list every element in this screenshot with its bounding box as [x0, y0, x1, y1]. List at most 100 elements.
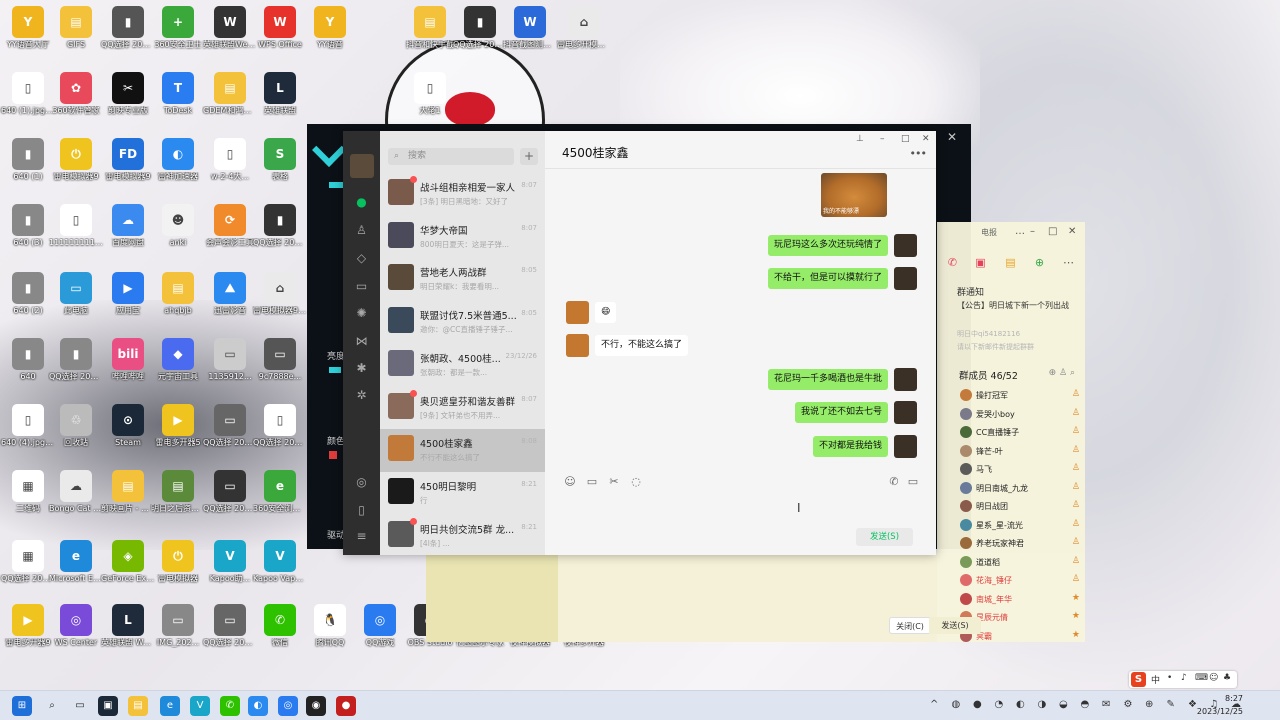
message-avatar[interactable] [894, 435, 917, 458]
chat-list-item[interactable]: 华梦大帝国 8:07 800明日夏天：这是子弹... [380, 216, 545, 259]
qq-menu-button[interactable]: … [1015, 226, 1025, 237]
group-notice-text[interactable]: 【公告】明日城下新一个列出战 [957, 300, 1077, 311]
app-icon[interactable]: ◉ [306, 696, 326, 716]
chat-list-item[interactable]: 450明日黎明 8:21 行 [380, 472, 545, 515]
tray-icon[interactable]: ^ [930, 699, 938, 710]
desktop-icon[interactable]: Y YY语音 [302, 6, 358, 50]
group-member[interactable]: 明日南城_九龙 ♙ [960, 480, 1080, 498]
tray-icon[interactable]: ✉ [1102, 699, 1110, 710]
chat-more-button[interactable]: ••• [910, 147, 927, 160]
desktop-icon[interactable]: FD 雷电模拟器9 [100, 138, 156, 182]
menu-icon[interactable]: ≡ [354, 529, 369, 544]
group-member[interactable]: 明日战团 ♙ [960, 498, 1080, 516]
task-view-icon[interactable]: ▭ [70, 696, 90, 716]
mini-program-icon[interactable]: ✲ [354, 388, 369, 403]
desktop-icon[interactable]: ▯ QQ选择 2023112... [252, 404, 308, 448]
desktop-icon[interactable]: ▭ IMG_202... [150, 604, 206, 648]
pin-button[interactable]: ⊥ [856, 134, 864, 144]
desktop-icon[interactable]: ▤ 抖音和快手截 [402, 6, 458, 50]
message-avatar[interactable] [894, 234, 917, 257]
screenshot-icon[interactable]: ✂ [607, 475, 621, 488]
clock-date[interactable]: 2023/12/25 [1197, 707, 1243, 716]
wechat-window[interactable]: ● ♙ ◇ ▭ ✺ ⋈ ✱ ✲ ◎ ▯ ≡ ⌕ 搜索 + 战斗组相亲相爱一家人 8… [343, 131, 936, 555]
launcher-slider[interactable] [329, 367, 341, 373]
group-member[interactable]: 道道稻 ♙ [960, 554, 1080, 572]
desktop-icon[interactable]: L 英雄联盟 WeGame版 [100, 604, 156, 648]
tray-icon[interactable]: ❖ [1188, 699, 1197, 710]
desktop-icon[interactable]: ▤ GIFS [48, 6, 104, 50]
tray-icon[interactable]: ◓ [1081, 699, 1090, 710]
more-icon[interactable]: ⋯ [1061, 255, 1076, 270]
sogou-icon[interactable]: S [1131, 672, 1146, 687]
send-button[interactable]: 发送(S) [856, 528, 913, 546]
desktop-icon[interactable]: ▶ 雷电多开器5 [150, 404, 206, 448]
desktop-icon[interactable]: ⏻ 雷电模拟器 [150, 540, 206, 584]
desktop-icon[interactable]: ▭ QQ选择 2023112... [202, 470, 258, 514]
group-member[interactable]: 操打冠军 ♙ [960, 387, 1080, 405]
desktop-icon[interactable]: W WPS Office [252, 6, 308, 50]
chat-list-item[interactable]: 明日共创交流5群 龙... 8:21 [4l条] ... [380, 515, 545, 558]
desktop-icon[interactable]: ◎ WS Center [48, 604, 104, 648]
desktop-icon[interactable]: ▤ ahqbjb [150, 272, 206, 316]
desktop-icon[interactable]: bili 哔哩哔哩 [100, 338, 156, 382]
ime-skin-icon[interactable]: ♣ [1223, 673, 1231, 683]
app-icon[interactable]: ● [336, 696, 356, 716]
desktop-icon[interactable]: ♲ 回收站 [48, 404, 104, 448]
desktop-icon[interactable]: ◈ GeForce Experience [100, 540, 156, 584]
send-button[interactable]: 发送(S) [929, 617, 981, 634]
desktop-icon[interactable]: ▭ 此电脑 [48, 272, 104, 316]
channels-icon[interactable]: ⋈ [354, 334, 369, 349]
desktop-icon[interactable]: L 英雄联盟 [252, 72, 308, 116]
tray-icon[interactable]: ● [973, 699, 982, 710]
explorer-icon[interactable]: ▤ [128, 696, 148, 716]
close-button[interactable]: ✕ [922, 134, 930, 144]
thunder-icon[interactable]: ◐ [248, 696, 268, 716]
desktop-icon[interactable]: ▯ 1111111111... [48, 204, 104, 248]
desktop-icon[interactable]: ⌂ 雷电多开模拟器 - 快捷方式 [556, 6, 612, 50]
chat-list-item[interactable]: 奥贝遮皇芬和谐友善群 8:07 [9条] 文轩弟也不用弄... [380, 387, 545, 430]
desktop-icon[interactable]: ⟳ 会声会影工具 [202, 204, 258, 248]
desktop-icon[interactable]: ▭ 1135912... [202, 338, 258, 382]
chat-list-item[interactable]: 联盟讨伐7.5米普通5... 8:05 邀你：@CC直播锤子锤子... [380, 301, 545, 344]
desktop-icon[interactable]: ⏻ 雷电模拟器9 [48, 138, 104, 182]
clock-time[interactable]: 8:27 [1225, 694, 1243, 703]
desktop-icon[interactable]: ▤ 剪映画片 - 快捷方式 [100, 470, 156, 514]
desktop-icon[interactable]: ⛰ 迅雷影音 [202, 272, 258, 316]
desktop-icon[interactable]: ▮ QQ选择 2023112... [48, 338, 104, 382]
qq-group-window[interactable]: 电报 … – □ ✕ ✆ ▣ ▤ ⊕ ⋯ 群通知 【公告】明日城下新一个列出战 … [889, 222, 1085, 642]
group-member[interactable]: 马飞 ♙ [960, 461, 1080, 479]
chat-history-icon[interactable]: ◌ [629, 475, 643, 488]
edge-icon[interactable]: e [160, 696, 180, 716]
ime-lang[interactable]: 中 [1151, 673, 1160, 686]
group-member[interactable]: 爱哭小boy ♙ [960, 406, 1080, 424]
mini-app-icon[interactable]: ◎ [354, 475, 369, 490]
desktop-icon[interactable]: ▮ QQ选择 2023111... [452, 6, 508, 50]
tray-icon[interactable]: ⊕ [1145, 699, 1153, 710]
ime-toolbar[interactable]: S 中 • ♪ ⌨ ☺ ♣ [1129, 671, 1237, 688]
add-icon[interactable]: ⊕ [1032, 255, 1047, 270]
desktop-icon[interactable]: ▤ GDEM和鸿蒙 bongocat [202, 72, 258, 116]
search-input[interactable]: ⌕ 搜索 [388, 148, 514, 165]
launcher-close-button[interactable]: ✕ [947, 130, 957, 144]
ime-punct[interactable]: • [1167, 673, 1172, 683]
desktop-icon[interactable]: +360安全卫士 [150, 6, 206, 50]
desktop-icon[interactable]: ☻ anki [150, 204, 206, 248]
desktop-icon[interactable]: ⊙ Steam [100, 404, 156, 448]
qq-maximize-button[interactable]: □ [1048, 226, 1057, 237]
desktop-icon[interactable]: ◆ 元宇宙工具 [150, 338, 206, 382]
message-bubble[interactable]: 😄 [595, 302, 617, 323]
message-bubble[interactable]: 不给干，但是可以摸就行了 [768, 268, 889, 289]
message-bubble[interactable]: 我说了还不如去七号 [795, 402, 889, 423]
tray-icon[interactable]: ◍ [952, 699, 961, 710]
chat-list-item[interactable]: 张朝政、4500桂... 23/12/26 张朝政：都是一款... [380, 344, 545, 387]
contacts-icon[interactable]: ♙ [354, 223, 369, 238]
desktop-icon[interactable]: W 抖音截图测试报告 [502, 6, 558, 50]
voice-call-icon[interactable]: ✆ [887, 475, 901, 488]
desktop-icon[interactable]: ▭ QQ选择 20231125... [202, 604, 258, 648]
desktop-icon[interactable]: S 表格 [252, 138, 308, 182]
tray-icon[interactable]: ◑ [1038, 699, 1047, 710]
desktop-icon[interactable]: e 360安全浏览器 [252, 470, 308, 514]
chat-list-item[interactable]: 战斗组相亲相爱一家人 8:07 [3条] 明日黑暗地：又好了 [380, 173, 545, 216]
qq-minimize-button[interactable]: – [1030, 226, 1035, 237]
ime-emoji-icon[interactable]: ☺ [1209, 673, 1218, 683]
